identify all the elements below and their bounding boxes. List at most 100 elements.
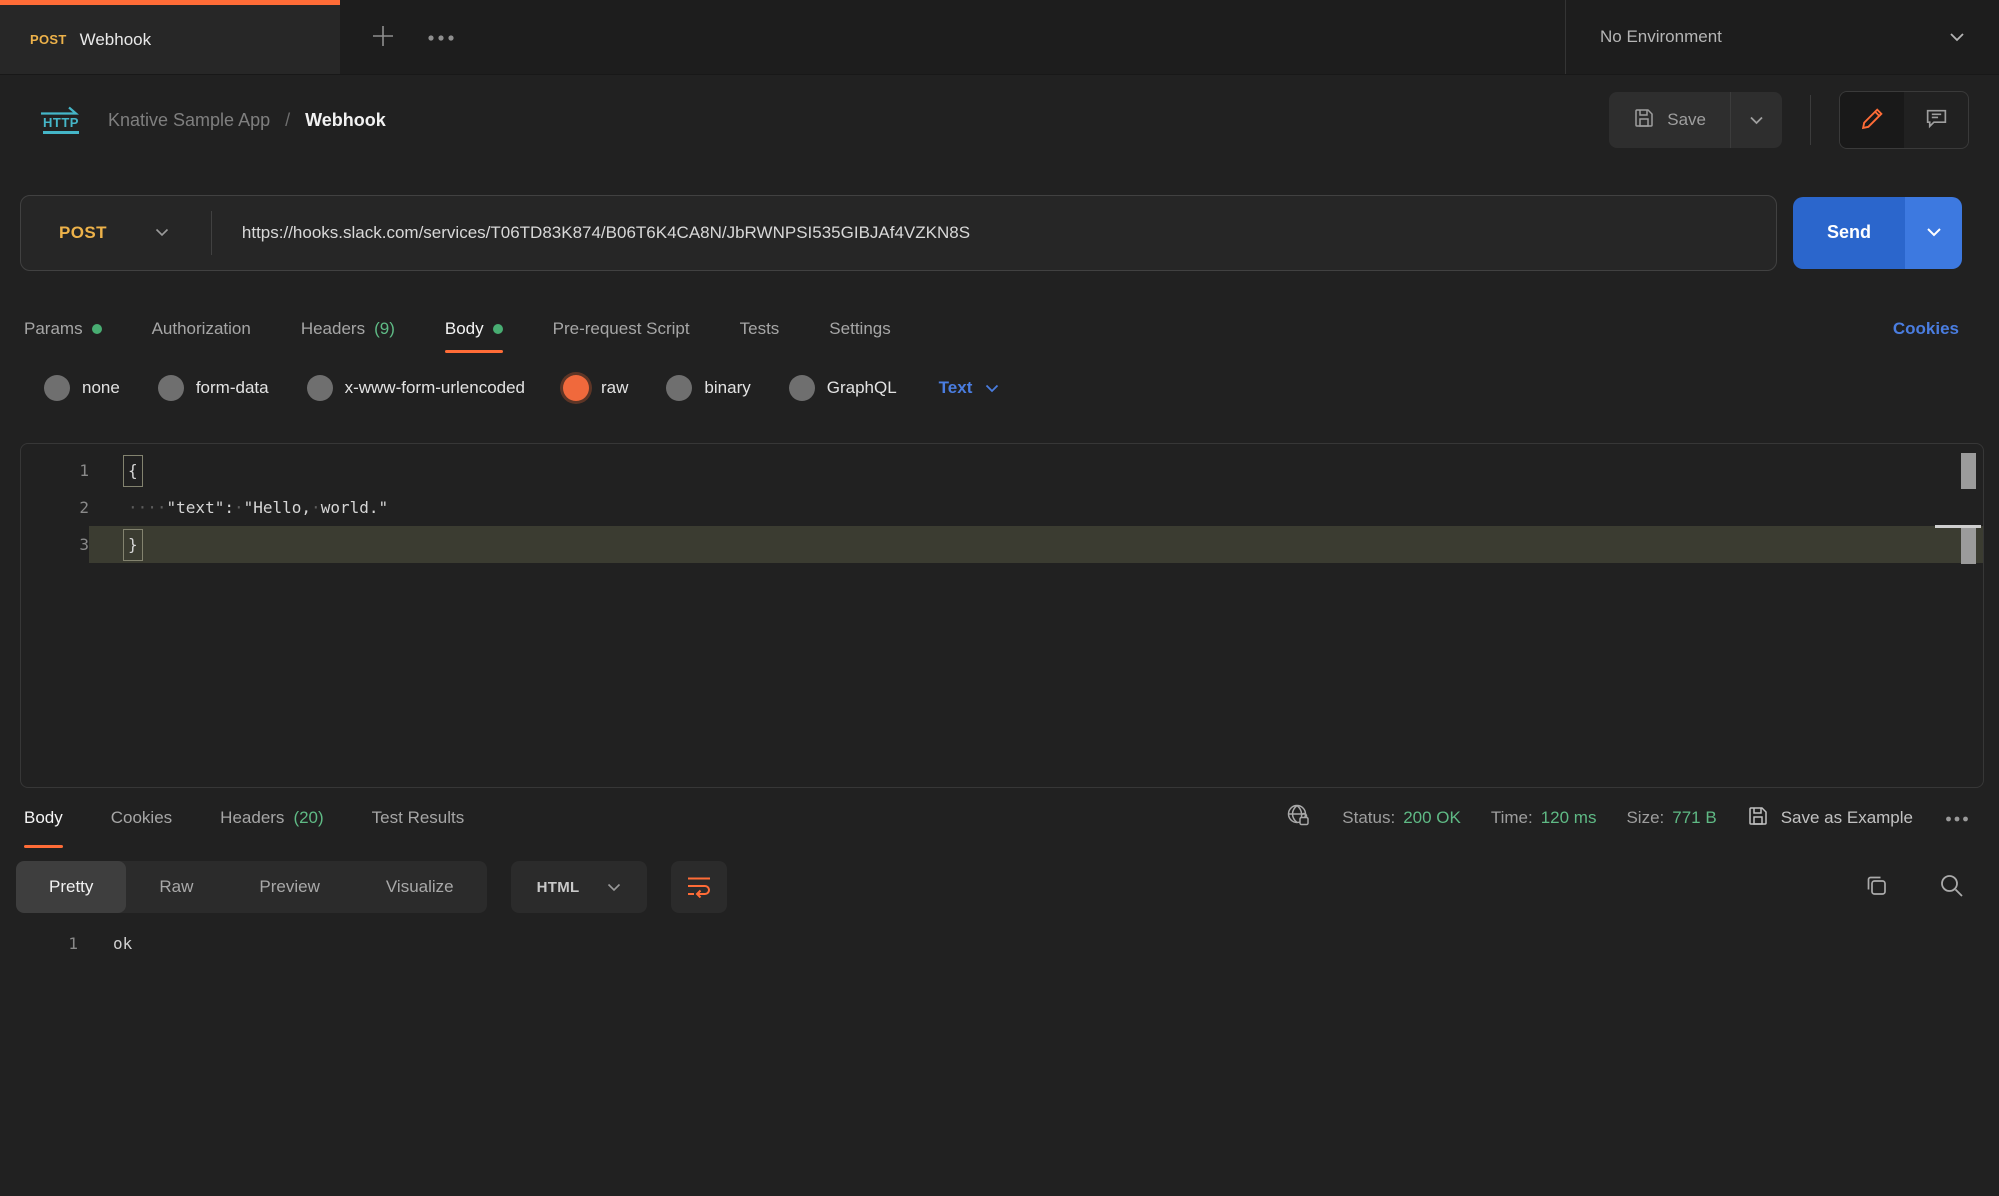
send-button[interactable]: Send [1793, 197, 1905, 269]
wrap-text-icon [686, 874, 713, 901]
floppy-disk-icon [1633, 107, 1655, 134]
save-button[interactable]: Save [1609, 92, 1730, 148]
header-actions: Save [1609, 91, 1969, 149]
divider [1810, 95, 1811, 145]
http-protocol-icon: HTTP [40, 106, 82, 134]
wrap-lines-button[interactable] [671, 861, 727, 913]
code-content: { [89, 452, 1983, 489]
request-tab[interactable]: POST Webhook [0, 0, 340, 74]
response-tab-cookies[interactable]: Cookies [111, 788, 172, 848]
code-line: 1 { [21, 452, 1983, 489]
postman-app: POST Webhook No Environment HTTP Knative… [0, 0, 1999, 1196]
search-icon [1938, 872, 1965, 902]
copy-icon [1863, 872, 1890, 902]
tab-authorization[interactable]: Authorization [152, 300, 251, 358]
chevron-down-icon [985, 378, 999, 398]
network-globe-lock-icon[interactable] [1285, 802, 1312, 834]
language-label: Text [939, 378, 973, 398]
tab-body[interactable]: Body [445, 300, 503, 358]
json-value: "Hello, [244, 498, 311, 517]
format-label: HTML [537, 879, 580, 896]
request-header: HTTP Knative Sample App / Webhook Save [0, 75, 1999, 165]
response-body-viewer[interactable]: 1 ok [0, 918, 1999, 1196]
url-row: POST https://hooks.slack.com/services/T0… [0, 165, 1999, 300]
response-content: ok [78, 934, 132, 953]
status-value: 200 OK [1403, 808, 1461, 828]
pencil-icon [1860, 106, 1885, 134]
tab-label: Body [24, 808, 63, 828]
response-view-switcher: Pretty Raw Preview Visualize [16, 861, 487, 913]
whitespace-dot: · [311, 498, 321, 517]
cookies-link[interactable]: Cookies [1893, 319, 1959, 339]
radio-icon [666, 375, 692, 401]
view-preview[interactable]: Preview [226, 861, 352, 913]
tab-tests[interactable]: Tests [740, 300, 780, 358]
scrollbar-marker[interactable] [1961, 453, 1976, 489]
code-line: 2 ····"text":·"Hello,·world." [21, 489, 1983, 526]
scrollbar-marker[interactable] [1961, 528, 1976, 564]
breadcrumb-separator: / [285, 110, 290, 131]
mode-label: x-www-form-urlencoded [345, 378, 525, 398]
response-tabs: Body Cookies Headers (20) Test Results [24, 788, 464, 848]
radio-icon [158, 375, 184, 401]
mode-raw[interactable]: raw [563, 375, 628, 401]
radio-icon [307, 375, 333, 401]
plus-icon [370, 23, 396, 52]
view-raw[interactable]: Raw [126, 861, 226, 913]
chevron-down-icon [155, 224, 169, 242]
chevron-down-icon [1749, 113, 1764, 128]
raw-language-selector[interactable]: Text [939, 378, 1000, 398]
view-pretty[interactable]: Pretty [16, 861, 126, 913]
tab-headers[interactable]: Headers (9) [301, 300, 395, 358]
copy-response-button[interactable] [1863, 872, 1890, 902]
search-response-button[interactable] [1938, 872, 1965, 902]
breadcrumb-collection[interactable]: Knative Sample App [108, 110, 270, 131]
mode-binary[interactable]: binary [666, 375, 750, 401]
mode-form-data[interactable]: form-data [158, 375, 269, 401]
mode-graphql[interactable]: GraphQL [789, 375, 897, 401]
response-format-selector[interactable]: HTML [511, 861, 648, 913]
mode-none[interactable]: none [44, 375, 120, 401]
response-tab-body[interactable]: Body [24, 788, 63, 848]
tab-label: Pre-request Script [553, 319, 690, 339]
tab-label: Headers [220, 808, 284, 828]
method-selector[interactable]: POST [21, 223, 211, 243]
save-button-group: Save [1609, 92, 1782, 148]
save-options-button[interactable] [1730, 92, 1782, 148]
environment-label: No Environment [1600, 27, 1722, 47]
time-pair: Time: 120 ms [1491, 808, 1597, 828]
mode-label: raw [601, 378, 628, 398]
response-tab-headers[interactable]: Headers (20) [220, 788, 324, 848]
line-number: 1 [21, 452, 89, 489]
edit-request-button[interactable] [1840, 92, 1904, 148]
json-value: world." [321, 498, 388, 517]
tab-options-button[interactable] [412, 0, 470, 74]
new-tab-button[interactable] [354, 0, 412, 74]
send-options-button[interactable] [1905, 197, 1962, 269]
whitespace-dots: ···· [128, 498, 167, 517]
request-tabs: Params Authorization Headers (9) Body Pr… [0, 300, 1999, 358]
floppy-disk-icon [1747, 805, 1769, 832]
comment-button[interactable] [1904, 92, 1968, 148]
mode-x-www-form-urlencoded[interactable]: x-www-form-urlencoded [307, 375, 525, 401]
response-meta: Status: 200 OK Time: 120 ms Size: 771 B … [1285, 802, 1969, 834]
tab-label: Authorization [152, 319, 251, 339]
tab-settings[interactable]: Settings [829, 300, 890, 358]
status-pair: Status: 200 OK [1342, 808, 1461, 828]
url-input[interactable]: https://hooks.slack.com/services/T06TD83… [212, 223, 1000, 243]
body-mode-row: none form-data x-www-form-urlencoded raw… [0, 358, 1999, 418]
view-visualize[interactable]: Visualize [353, 861, 487, 913]
bracket-highlight: { [123, 455, 143, 487]
line-number: 1 [0, 934, 78, 953]
tab-pre-request-script[interactable]: Pre-request Script [553, 300, 690, 358]
save-as-example-label: Save as Example [1781, 808, 1913, 828]
response-options-button[interactable] [1945, 808, 1969, 828]
save-as-example-button[interactable]: Save as Example [1747, 805, 1913, 832]
tab-params[interactable]: Params [24, 300, 102, 358]
request-body-editor[interactable]: 1 { 2 ····"text":·"Hello,·world." 3 } [20, 443, 1984, 788]
send-button-group: Send [1793, 197, 1962, 269]
tab-label: Settings [829, 319, 890, 339]
tab-label: Headers [301, 319, 365, 339]
response-tab-test-results[interactable]: Test Results [372, 788, 465, 848]
environment-selector[interactable]: No Environment [1565, 0, 1999, 74]
